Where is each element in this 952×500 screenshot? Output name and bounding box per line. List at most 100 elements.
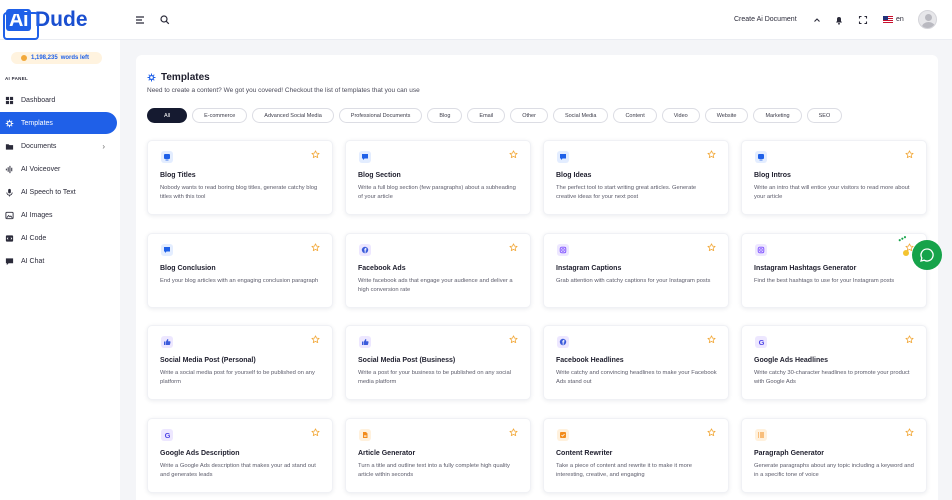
paragraph-icon: [755, 429, 767, 441]
star-icon[interactable]: [905, 428, 914, 437]
filter-chip[interactable]: Other: [510, 108, 548, 123]
waveform-icon: [5, 165, 13, 173]
sidebar-item-ai-chat[interactable]: AI Chat: [0, 250, 117, 272]
star-icon[interactable]: [707, 243, 716, 252]
star-icon[interactable]: [707, 428, 716, 437]
sidebar-section-heading: AI PANEL: [5, 76, 29, 81]
thumbs-up-icon: [161, 336, 173, 348]
folder-icon: [5, 143, 14, 150]
filter-chip[interactable]: Marketing: [753, 108, 802, 123]
template-card-description: Write facebook ads that engage your audi…: [358, 278, 513, 293]
app-logo[interactable]: Ai Dude: [3, 5, 88, 40]
filter-chip[interactable]: All: [147, 108, 188, 123]
template-card-description: Generate paragraphs about any topic incl…: [754, 463, 914, 478]
chat-icon: [161, 244, 173, 256]
template-card[interactable]: Paragraph Generator Generate paragraphs a…: [741, 418, 927, 493]
filter-chip[interactable]: Website: [704, 108, 749, 123]
star-icon[interactable]: [311, 150, 320, 159]
template-card[interactable]: Instagram Captions Grab attention with ca…: [543, 233, 729, 308]
sidebar-item-templates[interactable]: Templates: [0, 112, 117, 134]
template-card[interactable]: G Google Ads Description Write a Google Ad…: [147, 418, 333, 493]
template-card[interactable]: Blog Titles Nobody wants to read boring b…: [147, 140, 333, 215]
chat-icon: [5, 257, 14, 265]
sidebar-item-documents[interactable]: Documents ›: [0, 135, 117, 157]
template-card[interactable]: Article Generator Turn a title and outlin…: [345, 418, 531, 493]
template-card[interactable]: Instagram Hashtags Generator Find the bes…: [741, 233, 927, 308]
filter-chip[interactable]: SEO: [806, 108, 843, 123]
category-filters: All E-commerce Advanced Social Media Pro…: [147, 108, 847, 123]
template-card-description: Grab attention with catchy captions for …: [556, 278, 711, 284]
template-card-title: Blog Intros: [754, 172, 791, 179]
chat-icon: [557, 151, 569, 163]
template-card[interactable]: Blog Conclusion End your blog articles wi…: [147, 233, 333, 308]
blog-icon: [161, 151, 173, 163]
document-icon: [359, 429, 371, 441]
filter-chip[interactable]: Email: [467, 108, 506, 123]
template-card-description: Nobody wants to read boring blog titles,…: [160, 185, 318, 200]
sidebar-item-ai-voiceover[interactable]: AI Voiceover: [0, 158, 117, 180]
chat-widget-button[interactable]: [912, 240, 942, 270]
svg-text:G: G: [758, 338, 764, 347]
filter-chip[interactable]: Social Media: [552, 108, 609, 123]
template-card[interactable]: Facebook Ads Write facebook ads that enga…: [345, 233, 531, 308]
sidebar-item-label: AI Code: [21, 234, 47, 242]
template-card-description: Write catchy and convincing headlines to…: [556, 370, 717, 385]
sidebar-item-label: AI Chat: [21, 257, 45, 265]
bell-icon[interactable]: [832, 13, 846, 27]
star-icon[interactable]: [905, 335, 914, 344]
star-icon[interactable]: [905, 150, 914, 159]
rewrite-icon: [557, 429, 569, 441]
code-icon: [5, 234, 14, 242]
thumbs-up-icon: [359, 336, 371, 348]
filter-chip[interactable]: Content: [613, 108, 657, 123]
star-icon[interactable]: [509, 335, 518, 344]
template-card[interactable]: Blog Section Write a full blog section (f…: [345, 140, 531, 215]
sidebar-item-label: AI Speech to Text: [21, 188, 76, 196]
template-card[interactable]: Blog Intros Write an intro that will enti…: [741, 140, 927, 215]
filter-chip[interactable]: Blog: [427, 108, 463, 123]
coin-icon: [21, 55, 27, 61]
template-card-title: Blog Section: [358, 172, 401, 179]
user-avatar[interactable]: [918, 10, 937, 29]
star-icon[interactable]: [311, 243, 320, 252]
chevron-up-icon[interactable]: [810, 13, 824, 27]
sidebar-item-dashboard[interactable]: Dashboard: [0, 89, 117, 111]
template-card-description: Write a full blog section (few paragraph…: [358, 185, 516, 200]
sidebar-item-ai-speech-to-text[interactable]: AI Speech to Text: [0, 181, 117, 203]
menu-icon[interactable]: [133, 13, 147, 27]
star-icon[interactable]: [509, 243, 518, 252]
fullscreen-icon[interactable]: [856, 13, 870, 27]
template-card[interactable]: Social Media Post (Personal) Write a soci…: [147, 325, 333, 400]
template-card[interactable]: G Google Ads Headlines Write catchy 30-cha…: [741, 325, 927, 400]
facebook-icon: [359, 244, 371, 256]
template-card-title: Blog Titles: [160, 172, 196, 179]
template-card-title: Blog Ideas: [556, 172, 592, 179]
star-icon[interactable]: [707, 150, 716, 159]
top-bar: Ai Dude Create Ai Document en: [0, 0, 952, 40]
star-icon[interactable]: [509, 428, 518, 437]
template-card[interactable]: Facebook Headlines Write catchy and convi…: [543, 325, 729, 400]
template-card[interactable]: Social Media Post (Business) Write a post…: [345, 325, 531, 400]
sidebar-item-ai-code[interactable]: AI Code: [0, 227, 117, 249]
create-document-button[interactable]: Create Ai Document: [734, 16, 797, 23]
search-icon[interactable]: [158, 13, 172, 27]
filter-chip[interactable]: Video: [661, 108, 700, 123]
star-icon[interactable]: [509, 150, 518, 159]
language-label[interactable]: en: [896, 16, 904, 23]
template-card-description: Turn a title and outline text into a ful…: [358, 463, 510, 478]
logo-dude-text: Dude: [35, 8, 88, 31]
template-card[interactable]: Blog Ideas The perfect tool to start writ…: [543, 140, 729, 215]
star-icon[interactable]: [311, 335, 320, 344]
template-card-description: End your blog articles with an engaging …: [160, 278, 319, 284]
star-icon[interactable]: [707, 335, 716, 344]
filter-chip[interactable]: Professional Documents: [338, 108, 423, 123]
filter-chip[interactable]: Advanced Social Media: [252, 108, 334, 123]
star-icon[interactable]: [311, 428, 320, 437]
template-card-description: Find the best hashtags to use for your I…: [754, 278, 895, 284]
filter-chip[interactable]: E-commerce: [192, 108, 248, 123]
sidebar-item-ai-images[interactable]: AI Images: [0, 204, 117, 226]
words-count: 1,198,235: [31, 55, 58, 61]
template-card-title: Paragraph Generator: [754, 450, 825, 457]
us-flag-icon[interactable]: [883, 16, 893, 23]
template-card[interactable]: Content Rewriter Take a piece of content …: [543, 418, 729, 493]
